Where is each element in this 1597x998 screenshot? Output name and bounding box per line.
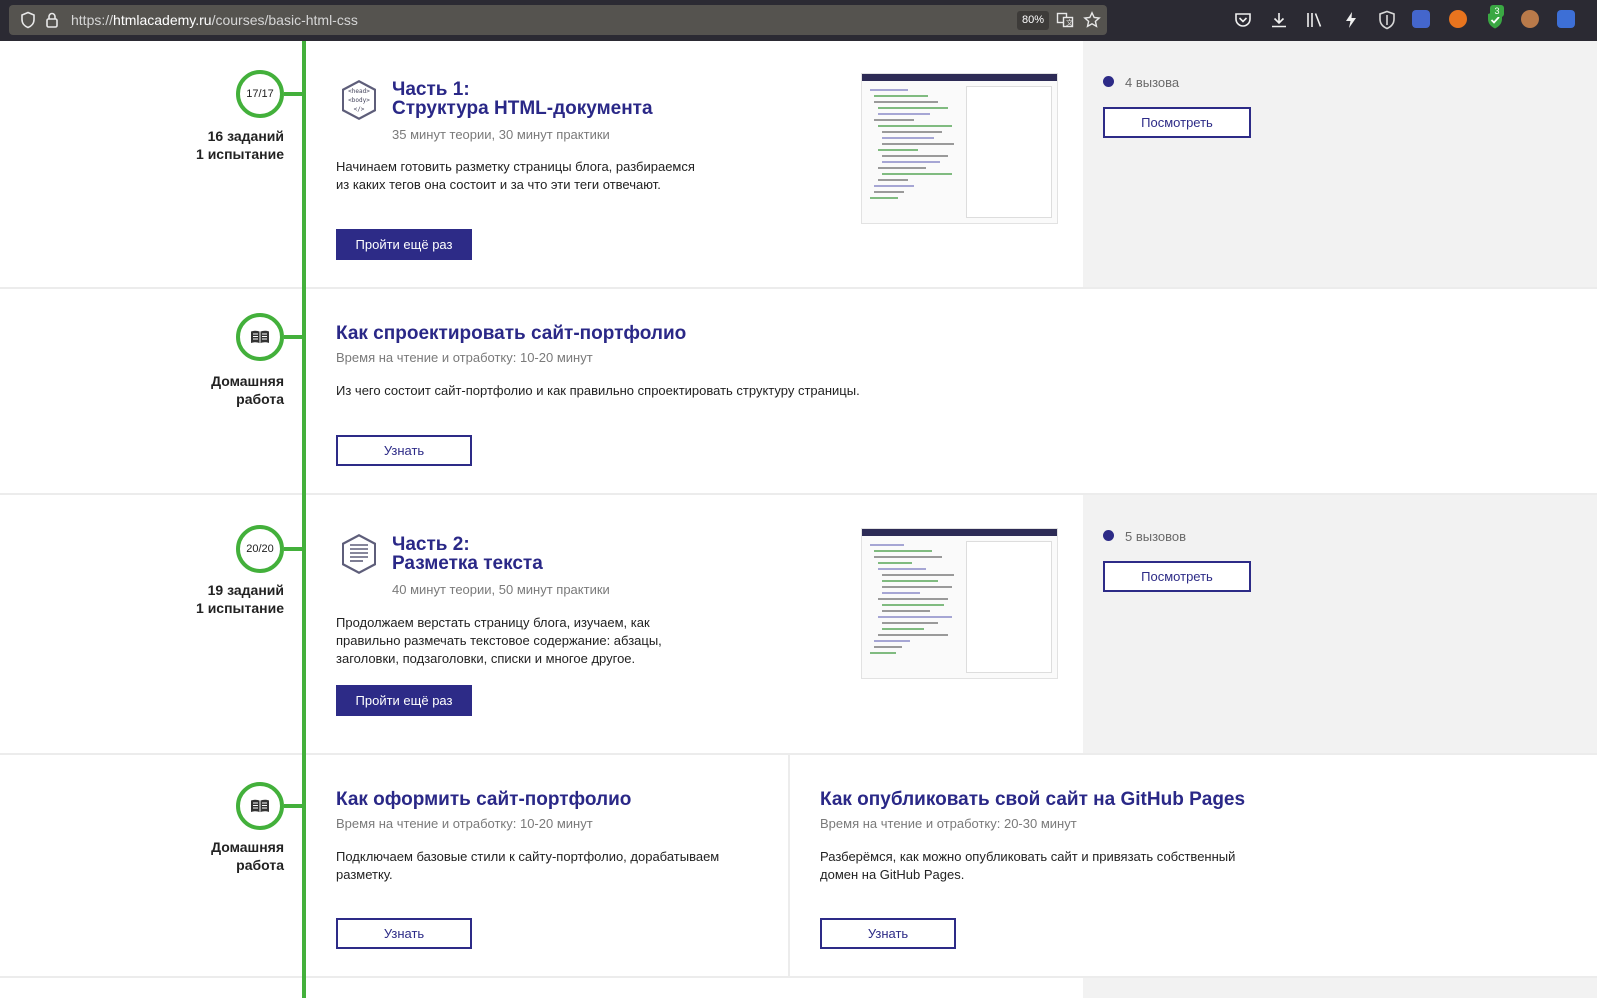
part2-view-button[interactable]: Посмотреть <box>1103 561 1251 592</box>
browser-toolbar: https://htmlacademy.ru/courses/basic-htm… <box>0 0 1597 41</box>
calls-indicator-icon <box>1103 76 1114 87</box>
extension-icon[interactable] <box>1412 10 1430 28</box>
homework1-title[interactable]: Как спроектировать сайт-портфолио <box>336 323 686 345</box>
timeline-connector <box>284 804 304 808</box>
homework1-description: Из чего состоит сайт-портфолио и как пра… <box>336 383 860 398</box>
flash-icon[interactable] <box>1341 10 1361 30</box>
course-timeline <box>302 41 306 998</box>
avatar-icon[interactable] <box>1521 10 1539 28</box>
code-preview <box>870 89 954 199</box>
next-side-panel <box>1083 978 1597 998</box>
address-bar[interactable]: https://htmlacademy.ru/courses/basic-htm… <box>9 5 1107 35</box>
part2-title-line2: Разметка текста <box>392 553 543 574</box>
part1-title[interactable]: Часть 1: Структура HTML-документа <box>392 80 653 118</box>
lock-icon[interactable] <box>43 11 61 29</box>
extension-badge: 3 <box>1490 5 1504 17</box>
calls-indicator-icon <box>1103 530 1114 541</box>
homework2-title[interactable]: Как оформить сайт-портфолио <box>336 789 631 811</box>
tasks-count: 19 заданий <box>207 582 284 598</box>
part1-retry-button[interactable]: Пройти ещё раз <box>336 229 472 260</box>
book-icon <box>251 799 269 813</box>
homework3-learn-button[interactable]: Узнать <box>820 918 956 949</box>
page-preview <box>966 541 1052 673</box>
homework3-duration: Время на чтение и отработку: 20-30 минут <box>820 816 1077 831</box>
trials-count: 1 испытание <box>196 146 284 162</box>
url-text[interactable]: https://htmlacademy.ru/courses/basic-htm… <box>71 12 358 28</box>
html-structure-badge-icon: <head> <body> </> <box>342 80 376 120</box>
homework2-label: Домашняя работа <box>211 839 284 873</box>
separator <box>0 287 1597 289</box>
part1-view-button[interactable]: Посмотреть <box>1103 107 1251 138</box>
page-preview <box>966 86 1052 218</box>
download-icon[interactable] <box>1269 10 1289 30</box>
svg-text:文: 文 <box>1066 18 1073 27</box>
homework-node-2 <box>236 782 284 830</box>
text-markup-badge-icon <box>342 534 376 574</box>
progress-count: 17/17 <box>246 88 274 100</box>
progress-node-part1: 17/17 <box>236 70 284 118</box>
part1-title-line2: Структура HTML-документа <box>392 98 653 119</box>
part1-duration: 35 минут теории, 30 минут практики <box>392 127 610 142</box>
translator-icon[interactable] <box>1557 10 1575 28</box>
homework3-description: Разберёмся, как можно опубликовать сайт … <box>820 849 1236 882</box>
code-preview <box>870 544 954 654</box>
svg-text:<head>: <head> <box>348 88 370 95</box>
tasks-count: 16 заданий <box>207 128 284 144</box>
separator <box>0 753 1597 755</box>
part2-title[interactable]: Часть 2: Разметка текста <box>392 535 543 573</box>
course-page: 17/17 16 заданий 1 испытание <head> <bod… <box>0 41 1597 998</box>
part2-title-line1: Часть 2: <box>392 534 470 555</box>
homework-node-1 <box>236 313 284 361</box>
zoom-level[interactable]: 80% <box>1017 11 1050 30</box>
library-icon[interactable] <box>1305 10 1325 30</box>
homework2-description: Подключаем базовые стили к сайту-портфол… <box>336 849 720 882</box>
separator <box>0 976 1597 978</box>
homework1-learn-button[interactable]: Узнать <box>336 435 472 466</box>
progress-count: 20/20 <box>246 543 274 555</box>
timeline-connector <box>284 547 304 551</box>
part1-description: Начинаем готовить разметку страницы блог… <box>336 159 695 192</box>
homework3-title[interactable]: Как опубликовать свой сайт на GitHub Pag… <box>820 789 1245 811</box>
part1-calls-count: 4 вызова <box>1125 75 1180 90</box>
part2-stats: 19 заданий 1 испытание <box>140 581 284 617</box>
separator <box>0 493 1597 495</box>
ublock-icon[interactable] <box>1377 10 1397 30</box>
timeline-connector <box>284 92 304 96</box>
homework1-duration: Время на чтение и отработку: 10-20 минут <box>336 350 593 365</box>
svg-text:</>: </> <box>354 106 365 113</box>
part2-screenshot-thumbnail[interactable] <box>861 528 1058 679</box>
progress-node-part2: 20/20 <box>236 525 284 573</box>
fox-icon[interactable] <box>1449 10 1467 28</box>
homework2-duration: Время на чтение и отработку: 10-20 минут <box>336 816 593 831</box>
part2-calls-count: 5 вызовов <box>1125 529 1187 544</box>
column-divider <box>788 755 790 977</box>
part1-screenshot-thumbnail[interactable] <box>861 73 1058 224</box>
shield-icon[interactable] <box>19 11 37 29</box>
homework2-learn-button[interactable]: Узнать <box>336 918 472 949</box>
svg-text:<body>: <body> <box>348 97 370 104</box>
part1-stats: 16 заданий 1 испытание <box>140 127 284 163</box>
part2-retry-button[interactable]: Пройти ещё раз <box>336 685 472 716</box>
part2-duration: 40 минут теории, 50 минут практики <box>392 582 610 597</box>
translate-icon[interactable]: 文 <box>1056 11 1074 29</box>
part2-description: Продолжаем верстать страницу блога, изуч… <box>336 615 662 666</box>
trials-count: 1 испытание <box>196 600 284 616</box>
bookmark-star-icon[interactable] <box>1083 11 1101 29</box>
homework1-label: Домашняя работа <box>211 373 284 407</box>
book-icon <box>251 330 269 344</box>
part1-title-line1: Часть 1: <box>392 79 470 100</box>
timeline-connector <box>284 335 304 339</box>
pocket-icon[interactable] <box>1233 10 1253 30</box>
